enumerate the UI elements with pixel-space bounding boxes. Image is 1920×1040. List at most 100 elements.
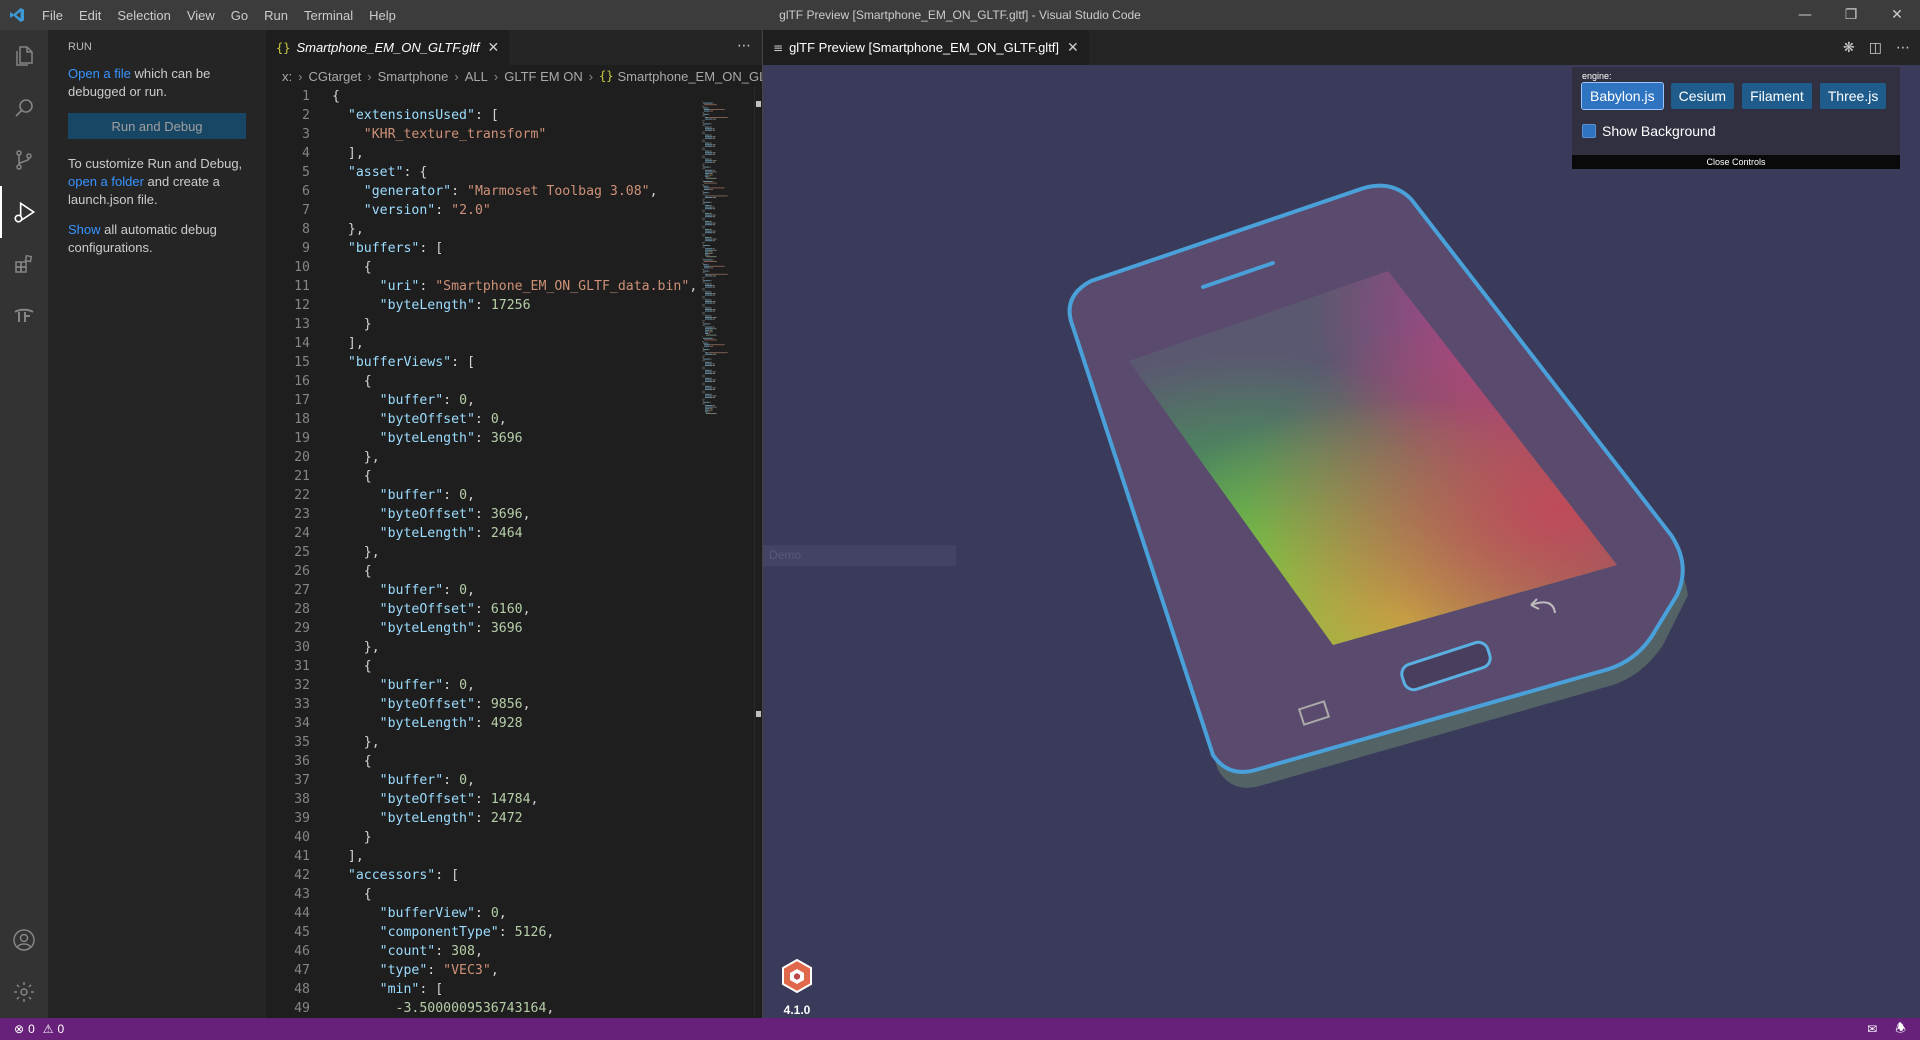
code-token: , — [546, 1001, 555, 1016]
extensions-icon[interactable] — [0, 238, 48, 290]
code-token: : — [427, 963, 444, 978]
menu-help[interactable]: Help — [361, 8, 404, 23]
engine-button-babylonjs[interactable]: Babylon.js — [1581, 82, 1664, 110]
minimap-line — [702, 179, 703, 181]
run-and-debug-button[interactable]: Run and Debug — [68, 113, 246, 139]
settings-icon[interactable] — [0, 966, 48, 1018]
line-number: 26 — [294, 564, 310, 579]
minimap-line — [702, 272, 705, 274]
minimap-line — [713, 152, 715, 154]
tab-gltf-preview[interactable]: ≡ glTF Preview [Smartphone_EM_ON_GLTF.gl… — [763, 30, 1089, 65]
line-content: "byteOffset": 6160, — [310, 600, 531, 619]
editor-tabs: {} Smartphone_EM_ON_GLTF.gltf ✕ ⋯ — [266, 30, 762, 65]
minimap-line — [705, 373, 712, 374]
menu-view[interactable]: View — [179, 8, 223, 23]
notifications-icon[interactable]: 🕭 — [1895, 1019, 1906, 1040]
feedback-icon[interactable]: ✉ — [1867, 1022, 1877, 1036]
inspect-icon[interactable]: ❋ — [1843, 40, 1855, 56]
run-debug-icon[interactable] — [0, 186, 48, 238]
engine-button-threejs[interactable]: Three.js — [1819, 83, 1887, 109]
minimap-line — [702, 149, 705, 150]
close-preview-tab-icon[interactable]: ✕ — [1067, 39, 1079, 56]
minimap-line — [712, 301, 713, 302]
breadcrumb-item[interactable]: Smartphone — [378, 69, 449, 84]
split-editor-icon[interactable]: ◫ — [1869, 40, 1882, 56]
breadcrumb-item[interactable]: ALL — [465, 69, 488, 84]
open-folder-link[interactable]: open a folder — [68, 174, 144, 189]
menu-selection[interactable]: Selection — [109, 8, 178, 23]
code-line: 48 "min": [ — [266, 980, 696, 999]
minimap-line — [702, 120, 705, 122]
editor-scrollbar[interactable] — [754, 87, 762, 1018]
minimap-line — [702, 200, 704, 202]
show-background-row[interactable]: Show Background — [1582, 123, 1716, 139]
close-tab-icon[interactable]: ✕ — [488, 39, 500, 56]
more-actions-icon[interactable]: ⋯ — [737, 38, 752, 54]
3d-viewport[interactable]: Demo engine: Babylon.js Cesium Filament Thr… — [763, 65, 1920, 1018]
engine-button-filament[interactable]: Filament — [1742, 83, 1812, 109]
minimap-line — [713, 129, 715, 131]
code-token: : { — [403, 165, 428, 180]
minimap-line — [705, 286, 712, 288]
menu-run[interactable]: Run — [256, 8, 296, 23]
minimap-line — [713, 128, 714, 130]
menu-edit[interactable]: Edit — [71, 8, 109, 23]
minimap-line — [705, 377, 709, 379]
account-icon[interactable] — [0, 914, 48, 966]
line-number: 17 — [294, 393, 310, 408]
close-controls-button[interactable]: Close Controls — [1572, 155, 1900, 169]
minimap-line — [708, 117, 709, 118]
minimap-line — [708, 195, 709, 197]
smartphone-model[interactable] — [763, 65, 1920, 1018]
breadcrumb-item[interactable]: GLTF EM ON — [504, 69, 582, 84]
minimap-line — [707, 107, 709, 109]
breadcrumb-item[interactable]: x: — [282, 69, 292, 84]
minimap-line — [702, 155, 705, 157]
show-background-checkbox[interactable] — [1582, 124, 1596, 138]
minimap-line — [712, 309, 713, 310]
tf-icon[interactable] — [0, 290, 48, 342]
code-token: "extensionsUsed" — [347, 108, 475, 123]
minimap-line — [709, 307, 710, 309]
restore-icon[interactable]: ❐ — [1828, 0, 1874, 30]
minimap-line — [704, 344, 710, 346]
minimap-line — [713, 317, 716, 318]
open-file-link[interactable]: Open a file — [68, 66, 131, 81]
minimap-line — [715, 136, 716, 138]
breadcrumb-item[interactable]: CGtarget — [308, 69, 361, 84]
source-control-icon[interactable] — [0, 134, 48, 186]
minimize-icon[interactable]: — — [1782, 0, 1828, 30]
menu-go[interactable]: Go — [223, 8, 256, 23]
minimap-line — [713, 389, 715, 390]
minimap-line — [702, 112, 704, 114]
engine-button-cesium[interactable]: Cesium — [1670, 83, 1735, 109]
close-icon[interactable]: ✕ — [1874, 0, 1920, 30]
line-number: 8 — [302, 222, 310, 237]
minimap-line — [710, 205, 711, 206]
minimap-line — [713, 230, 715, 232]
show-configs-link[interactable]: Show — [68, 222, 101, 237]
minimap-line — [713, 353, 716, 355]
more-actions-icon[interactable]: ⋯ — [1896, 40, 1910, 56]
minimap-line — [712, 259, 714, 261]
breadcrumb-item[interactable]: Smartphone_EM_ON_GLTF — [618, 69, 763, 84]
tab-gltf-file[interactable]: {} Smartphone_EM_ON_GLTF.gltf ✕ — [266, 30, 510, 65]
menu-terminal[interactable]: Terminal — [296, 8, 361, 23]
line-number: 7 — [302, 203, 310, 218]
line-content: "count": 308, — [310, 942, 483, 961]
minimap-line — [709, 393, 710, 395]
files-icon[interactable] — [0, 30, 48, 82]
minimap-line — [710, 173, 712, 174]
minimap-line — [703, 107, 707, 109]
menu-file[interactable]: File — [34, 8, 71, 23]
line-content: }, — [310, 448, 380, 467]
problems-indicator[interactable]: ⊗ 0 ⚠ 0 — [0, 1022, 64, 1036]
error-count: 0 — [28, 1022, 35, 1036]
code-editor[interactable]: 1{2 "extensionsUsed": [3 "KHR_texture_tr… — [266, 87, 696, 1018]
search-icon[interactable] — [0, 82, 48, 134]
minimap[interactable] — [696, 87, 754, 1018]
customize-lead: To customize Run and Debug, — [68, 156, 243, 171]
minimap-line — [702, 262, 704, 264]
